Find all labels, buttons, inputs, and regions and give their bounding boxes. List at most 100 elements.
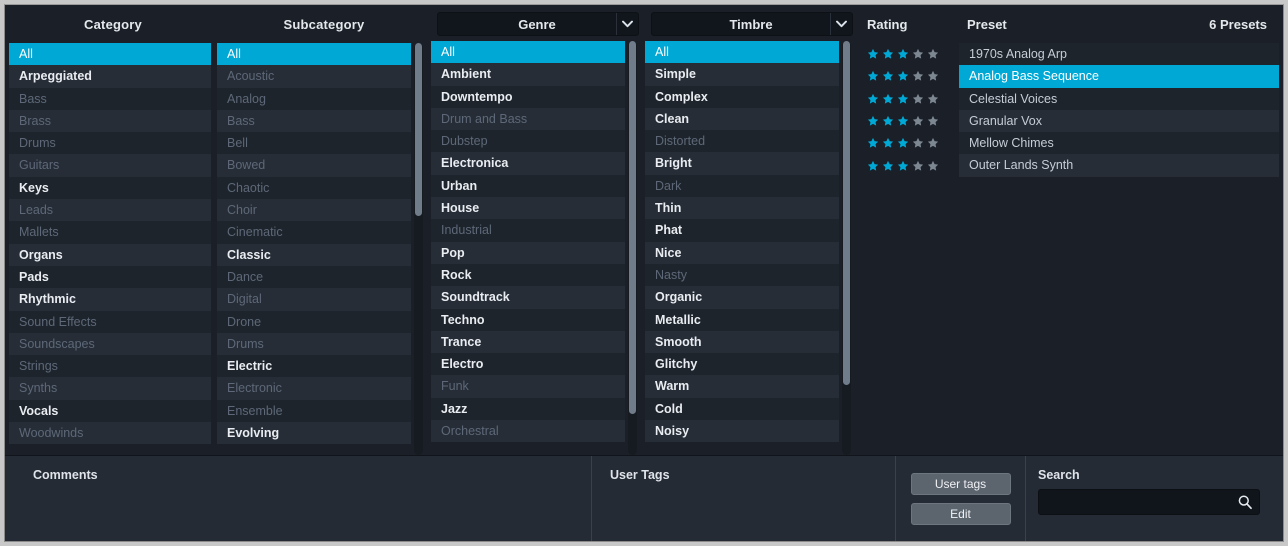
rating-stars[interactable] — [859, 160, 959, 172]
list-item[interactable]: Jazz — [431, 397, 625, 421]
list-item[interactable]: All — [9, 43, 211, 66]
list-item[interactable]: Urban — [431, 174, 625, 198]
rating-stars[interactable] — [859, 70, 959, 82]
preset-row[interactable]: Mellow Chimes — [859, 132, 1279, 155]
list-item[interactable]: Warm — [645, 375, 839, 398]
list-item[interactable]: All — [431, 41, 625, 64]
list-item[interactable]: Dark — [645, 174, 839, 198]
preset-name[interactable]: Outer Lands Synth — [959, 154, 1279, 177]
list-item[interactable]: Rhythmic — [9, 288, 211, 311]
list-item[interactable]: Mallets — [9, 221, 211, 244]
rating-stars[interactable] — [859, 115, 959, 127]
preset-row[interactable]: Analog Bass Sequence — [859, 65, 1279, 88]
timbre-scrollbar[interactable] — [842, 41, 851, 455]
comments-section[interactable]: Comments — [5, 456, 591, 541]
list-item[interactable]: Bass — [9, 87, 211, 110]
rating-stars[interactable] — [859, 48, 959, 60]
list-item[interactable]: Metallic — [645, 308, 839, 331]
list-item[interactable]: Simple — [645, 63, 839, 86]
list-item[interactable]: All — [217, 43, 411, 66]
list-item[interactable]: Smooth — [645, 330, 839, 354]
preset-row[interactable]: 1970s Analog Arp — [859, 43, 1279, 66]
list-item[interactable]: Phat — [645, 219, 839, 242]
list-item[interactable]: Ambient — [431, 63, 625, 86]
list-item[interactable]: Bass — [217, 109, 411, 133]
timbre-scrollbar-thumb[interactable] — [843, 41, 850, 385]
chevron-down-icon[interactable] — [616, 13, 638, 35]
list-item[interactable]: Dubstep — [431, 130, 625, 153]
list-item[interactable]: Bright — [645, 152, 839, 175]
list-item[interactable]: Bowed — [217, 154, 411, 177]
genre-list[interactable]: All Ambient Downtempo Drum and Bass Dubstep E… — [431, 41, 625, 455]
list-item[interactable]: Woodwinds — [9, 422, 211, 445]
list-item[interactable]: Distorted — [645, 130, 839, 153]
list-item[interactable]: Vocals — [9, 399, 211, 423]
list-item[interactable]: Arpeggiated — [9, 65, 211, 88]
list-item[interactable]: Thin — [645, 197, 839, 220]
preset-name[interactable]: Mellow Chimes — [959, 132, 1279, 155]
list-item[interactable]: Drums — [9, 132, 211, 155]
list-item[interactable]: Organic — [645, 286, 839, 309]
list-item[interactable]: Soundscapes — [9, 332, 211, 356]
list-item[interactable]: Digital — [217, 288, 411, 311]
list-item[interactable]: Cinematic — [217, 221, 411, 244]
list-item[interactable]: All — [645, 41, 839, 64]
list-item[interactable]: Dance — [217, 265, 411, 289]
list-item[interactable]: Pads — [9, 265, 211, 289]
list-item[interactable]: Guitars — [9, 154, 211, 177]
list-item[interactable]: Noisy — [645, 420, 839, 443]
list-item[interactable]: Soundtrack — [431, 286, 625, 309]
preset-name[interactable]: Granular Vox — [959, 109, 1279, 133]
list-item[interactable]: Orchestral — [431, 420, 625, 443]
list-item[interactable]: Electric — [217, 355, 411, 378]
list-item[interactable]: Sound Effects — [9, 310, 211, 333]
list-item[interactable]: Brass — [9, 109, 211, 133]
list-item[interactable]: Bell — [217, 132, 411, 155]
list-item[interactable]: Clean — [645, 107, 839, 131]
list-item[interactable]: Downtempo — [431, 85, 625, 108]
list-item[interactable]: Strings — [9, 355, 211, 378]
list-item[interactable]: Pop — [431, 241, 625, 264]
list-item[interactable]: Drums — [217, 332, 411, 356]
list-item[interactable]: House — [431, 197, 625, 220]
preset-name[interactable]: Analog Bass Sequence — [959, 65, 1279, 88]
list-item[interactable]: Classic — [217, 243, 411, 266]
subcategory-scrollbar[interactable] — [414, 43, 423, 455]
user-tags-section[interactable]: User Tags — [591, 456, 895, 541]
preset-row[interactable]: Celestial Voices — [859, 87, 1279, 110]
rating-stars[interactable] — [859, 137, 959, 149]
preset-name[interactable]: Celestial Voices — [959, 87, 1279, 110]
search-box[interactable] — [1038, 489, 1260, 515]
list-item[interactable]: Nice — [645, 241, 839, 264]
preset-list[interactable]: 1970s Analog Arp Analog Bass Sequence Cele… — [859, 43, 1279, 455]
list-item[interactable]: Techno — [431, 308, 625, 331]
user-tags-button[interactable]: User tags — [910, 472, 1011, 495]
list-item[interactable]: Synths — [9, 377, 211, 400]
timbre-list[interactable]: All Simple Complex Clean Distorted Bright Dark… — [645, 41, 839, 455]
list-item[interactable]: Electronic — [217, 377, 411, 400]
list-item[interactable]: Leads — [9, 199, 211, 222]
edit-button[interactable]: Edit — [910, 502, 1011, 525]
search-icon[interactable] — [1237, 494, 1253, 510]
subcategory-scrollbar-thumb[interactable] — [415, 43, 422, 217]
preset-row[interactable]: Outer Lands Synth — [859, 154, 1279, 177]
preset-name[interactable]: 1970s Analog Arp — [959, 43, 1279, 66]
timbre-dropdown[interactable]: Timbre — [651, 12, 853, 36]
list-item[interactable]: Choir — [217, 199, 411, 222]
list-item[interactable]: Electronica — [431, 152, 625, 175]
list-item[interactable]: Keys — [9, 176, 211, 200]
preset-row[interactable]: Granular Vox — [859, 109, 1279, 133]
list-item[interactable]: Industrial — [431, 219, 625, 242]
search-input[interactable] — [1045, 495, 1237, 509]
list-item[interactable]: Complex — [645, 85, 839, 108]
list-item[interactable]: Drum and Bass — [431, 107, 625, 131]
list-item[interactable]: Electro — [431, 353, 625, 376]
list-item[interactable]: Evolving — [217, 422, 411, 445]
list-item[interactable]: Drone — [217, 310, 411, 333]
subcategory-list[interactable]: All Acoustic Analog Bass Bell Bowed Chaotic Cho… — [217, 43, 411, 455]
list-item[interactable]: Chaotic — [217, 176, 411, 200]
list-item[interactable]: Cold — [645, 397, 839, 421]
list-item[interactable]: Organs — [9, 243, 211, 266]
list-item[interactable]: Glitchy — [645, 353, 839, 376]
rating-stars[interactable] — [859, 93, 959, 105]
